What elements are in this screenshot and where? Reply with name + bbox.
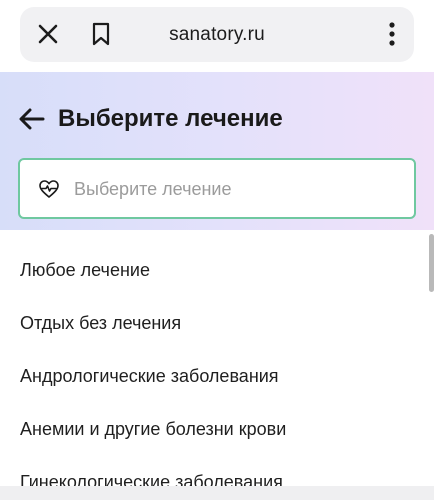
list-item[interactable]: Анемии и другие болезни крови	[20, 419, 286, 440]
search-input[interactable]	[74, 176, 394, 202]
arrow-left-icon[interactable]	[18, 108, 45, 130]
address-bar[interactable]: sanatory.ru	[20, 7, 414, 62]
list-item[interactable]: Отдых без лечения	[20, 313, 181, 334]
treatment-list: Любое лечение Отдых без лечения Андролог…	[0, 230, 434, 486]
bottom-overlay	[0, 486, 434, 500]
scrollbar[interactable]	[429, 234, 434, 292]
list-item[interactable]: Любое лечение	[20, 260, 150, 281]
list-item[interactable]: Андрологические заболевания	[20, 366, 279, 387]
treatment-search[interactable]	[18, 158, 416, 219]
heart-pulse-icon	[38, 179, 60, 199]
more-vertical-icon[interactable]	[388, 21, 396, 47]
url-text[interactable]: sanatory.ru	[20, 24, 414, 46]
list-item[interactable]: Гинекологические заболевания	[20, 472, 283, 486]
page-title: Выберите лечение	[58, 105, 283, 132]
browser-toolbar: sanatory.ru	[0, 0, 434, 72]
page-header: Выберите лечение	[0, 72, 434, 230]
